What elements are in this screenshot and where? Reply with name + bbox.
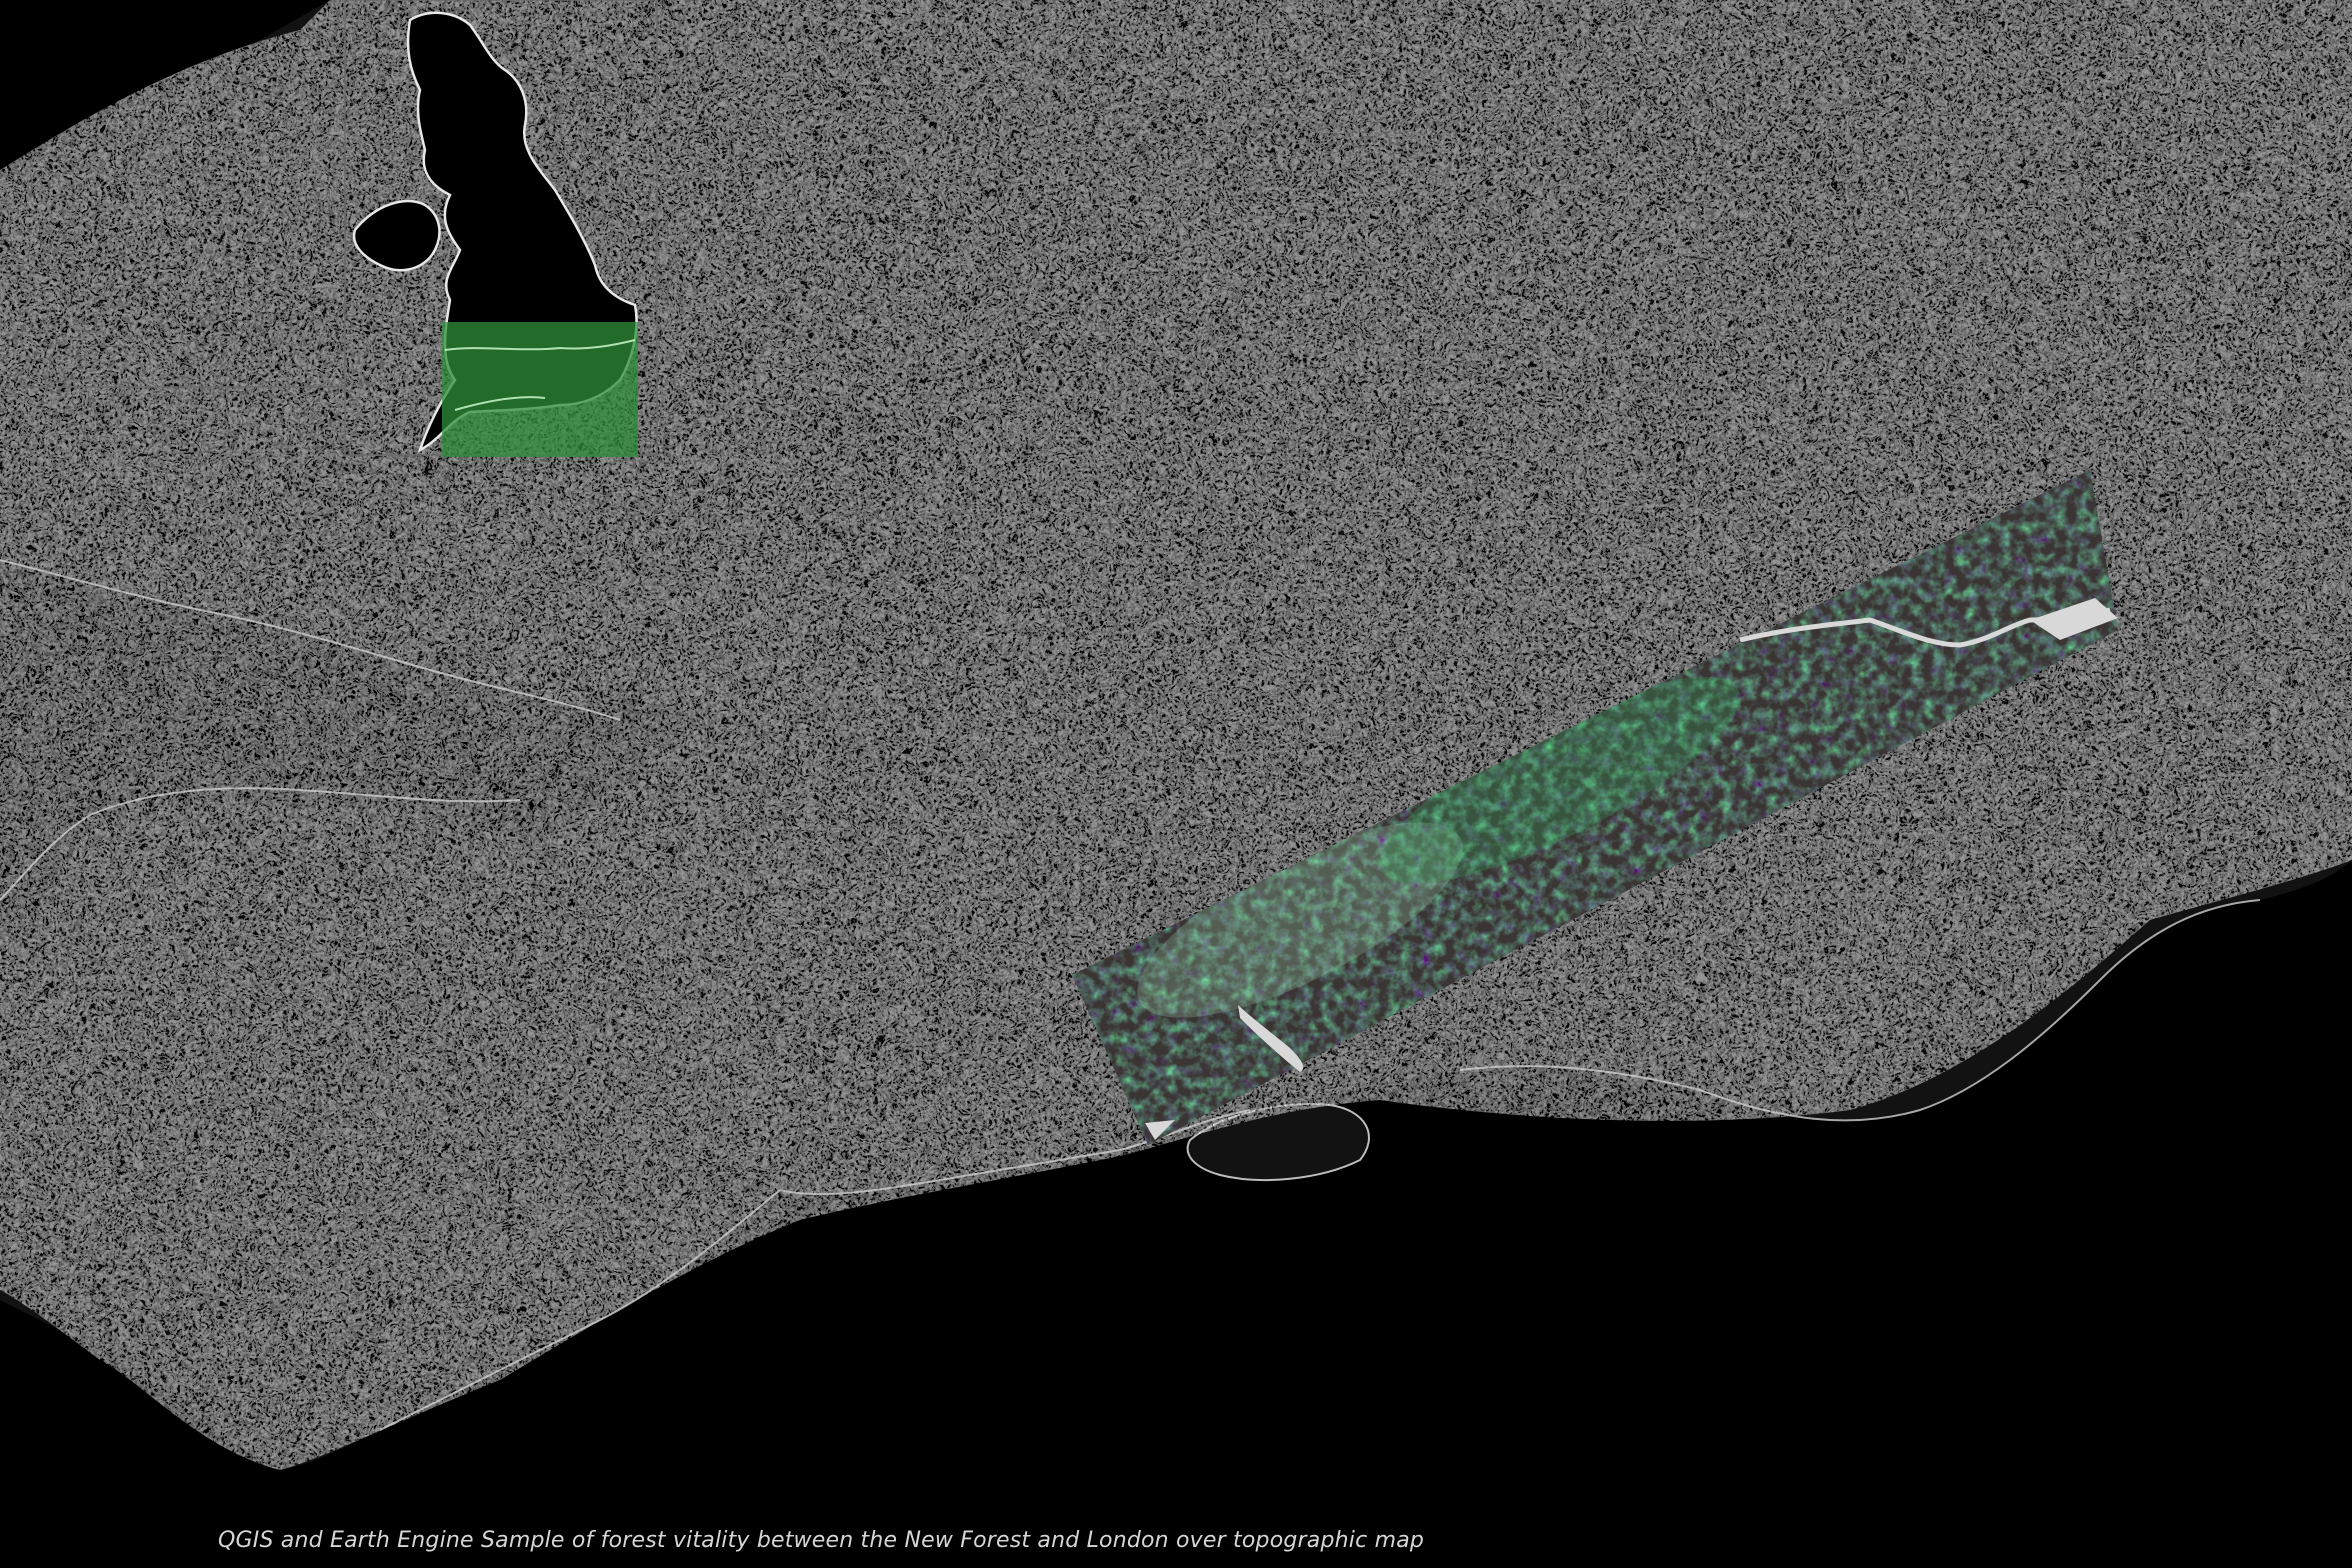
- map-caption: QGIS and Earth Engine Sample of forest v…: [218, 1528, 1425, 1553]
- topographic-map: [0, 0, 2352, 1568]
- study-region-highlight: [442, 322, 638, 457]
